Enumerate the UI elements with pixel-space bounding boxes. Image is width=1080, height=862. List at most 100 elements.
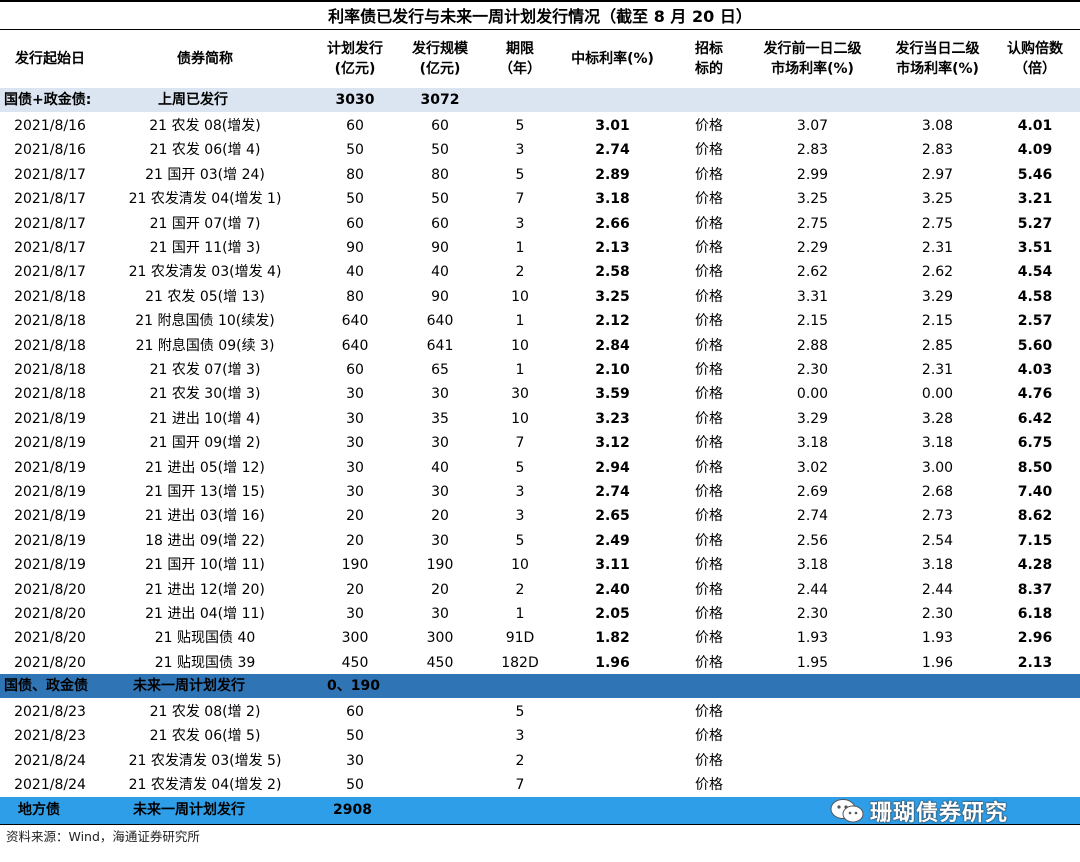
table-row: 2021/8/24 21 农发清发 04(增发 2) 50 7 价格 bbox=[0, 773, 1080, 797]
cell-same-day-rate: 2.62 bbox=[921, 264, 954, 281]
section-label: 国债+政金债: bbox=[4, 92, 92, 108]
cell-bid-target: 价格 bbox=[695, 215, 723, 232]
cell-bid-target: 价格 bbox=[695, 704, 723, 720]
cell-winning-rate: 2.13 bbox=[595, 240, 630, 256]
cell-term: 10 bbox=[511, 557, 529, 574]
cell-planned-amount: 20 bbox=[346, 508, 364, 525]
cell-issue-date: 2021/8/19 bbox=[14, 557, 86, 574]
cell-issued-amount: 90 bbox=[431, 288, 449, 305]
cell-issue-date: 2021/8/17 bbox=[14, 240, 86, 256]
table-row: 2021/8/20 21 进出 12(增 20) 20 20 2 2.40 价格 2.44 2.… bbox=[0, 578, 1080, 602]
cell-same-day-rate: 3.18 bbox=[921, 435, 954, 452]
cell-issue-date: 2021/8/16 bbox=[14, 142, 86, 159]
cell-winning-rate: 3.59 bbox=[595, 386, 630, 403]
table-row: 2021/8/23 21 农发 06(增 5) 50 3 价格 bbox=[0, 724, 1080, 748]
table-header: 发行起始日 债券简称 计划发行 (亿元) 发行规模 (亿元) 期限 （年） 中标利率(%)… bbox=[0, 30, 1080, 88]
cell-term: 3 bbox=[515, 215, 525, 232]
cell-issued-amount: 50 bbox=[431, 191, 449, 208]
cell-same-day-rate: 2.30 bbox=[921, 606, 954, 622]
cell-same-day-rate: 3.18 bbox=[921, 557, 954, 574]
cell-term: 5 bbox=[515, 532, 525, 549]
cell-issue-date: 2021/8/23 bbox=[14, 704, 86, 720]
cell-bid-cover-ratio: 4.01 bbox=[1017, 118, 1053, 134]
header-planned-amount: 计划发行 (亿元) bbox=[327, 41, 383, 77]
cell-planned-amount: 20 bbox=[346, 581, 364, 598]
cell-bid-target: 价格 bbox=[695, 777, 723, 794]
header-bond-name: 债券简称 bbox=[177, 51, 233, 67]
cell-issue-date: 2021/8/20 bbox=[14, 606, 86, 622]
cell-same-day-rate: 2.83 bbox=[921, 142, 954, 159]
cell-issued-amount: 50 bbox=[431, 142, 449, 159]
cell-issue-date: 2021/8/17 bbox=[14, 166, 86, 183]
cell-winning-rate: 1.82 bbox=[595, 630, 630, 647]
cell-prev-day-rate: 1.93 bbox=[796, 630, 829, 647]
cell-bid-target: 价格 bbox=[695, 557, 723, 574]
cell-bid-cover-ratio: 2.13 bbox=[1017, 654, 1053, 671]
cell-winning-rate: 2.74 bbox=[595, 142, 630, 159]
cell-bid-cover-ratio: 4.58 bbox=[1017, 288, 1053, 305]
cell-bond-name: 21 贴现国债 39 bbox=[154, 654, 256, 671]
cell-issued-amount: 30 bbox=[431, 435, 449, 452]
cell-bid-target: 价格 bbox=[695, 313, 723, 330]
cell-bond-name: 21 附息国债 09(续 3) bbox=[135, 337, 275, 354]
cell-planned-amount: 50 bbox=[346, 777, 364, 794]
cell-bid-target: 价格 bbox=[695, 728, 723, 745]
cell-bond-name: 21 进出 05(增 12) bbox=[145, 459, 265, 476]
header-issue-date: 发行起始日 bbox=[15, 51, 85, 67]
cell-same-day-rate: 0.00 bbox=[921, 386, 954, 403]
cell-bid-cover-ratio: 6.42 bbox=[1017, 410, 1053, 427]
cell-term: 2 bbox=[515, 752, 525, 769]
cell-bid-target: 价格 bbox=[695, 337, 723, 354]
cell-bid-target: 价格 bbox=[695, 142, 723, 159]
cell-term: 7 bbox=[515, 435, 525, 452]
cell-bond-name: 21 进出 04(增 11) bbox=[145, 606, 265, 622]
cell-planned-amount: 30 bbox=[346, 435, 364, 452]
section-sublabel: 上周已发行 bbox=[158, 92, 228, 108]
cell-issue-date: 2021/8/24 bbox=[14, 752, 86, 769]
cell-bond-name: 21 国开 03(增 24) bbox=[145, 166, 265, 183]
cell-issue-date: 2021/8/23 bbox=[14, 728, 86, 745]
brand-text: 珊瑚债券研究 bbox=[870, 801, 1009, 826]
table-row: 2021/8/20 21 贴现国债 39 450 450 182D 1.96 价格 1.95 1… bbox=[0, 651, 1080, 675]
source-note: 资料来源：Wind，海通证券研究所 bbox=[6, 829, 200, 844]
table-row: 2021/8/19 21 国开 13(增 15) 30 30 3 2.74 价格 2.69 2.… bbox=[0, 480, 1080, 504]
cell-prev-day-rate: 3.18 bbox=[796, 557, 829, 574]
table-row: 2021/8/19 21 国开 09(增 2) 30 30 7 3.12 价格 3.18 3.1… bbox=[0, 431, 1080, 455]
cell-planned-amount: 30 bbox=[346, 386, 364, 403]
table-row: 2021/8/19 21 进出 10(增 4) 30 35 10 3.23 价格 3.29 3.… bbox=[0, 407, 1080, 431]
cell-bond-name: 21 国开 07(增 7) bbox=[149, 215, 261, 232]
cell-bid-cover-ratio: 2.96 bbox=[1017, 630, 1053, 647]
cell-same-day-rate: 2.97 bbox=[921, 166, 954, 183]
cell-issue-date: 2021/8/19 bbox=[14, 435, 86, 452]
cell-planned-amount: 80 bbox=[346, 166, 364, 183]
cell-bid-target: 价格 bbox=[695, 166, 723, 183]
cell-issued-amount: 40 bbox=[431, 264, 449, 281]
cell-term: 10 bbox=[511, 288, 529, 305]
cell-bid-cover-ratio: 7.40 bbox=[1017, 484, 1053, 500]
header-issued-amount: 发行规模 (亿元) bbox=[412, 41, 468, 77]
cell-prev-day-rate: 3.25 bbox=[796, 191, 829, 208]
cell-prev-day-rate: 1.95 bbox=[796, 654, 829, 671]
cell-bond-name: 21 国开 10(增 11) bbox=[145, 557, 265, 574]
cell-bid-cover-ratio: 3.51 bbox=[1017, 240, 1053, 256]
cell-term: 3 bbox=[515, 142, 525, 159]
cell-same-day-rate: 3.29 bbox=[921, 288, 954, 305]
cell-bid-target: 价格 bbox=[695, 606, 723, 622]
cell-issue-date: 2021/8/20 bbox=[14, 581, 86, 598]
table-row: 2021/8/18 21 农发 30(增 3) 30 30 30 3.59 价格 0.00 0.… bbox=[0, 382, 1080, 406]
cell-bond-name: 21 农发 06(增 4) bbox=[149, 142, 261, 159]
cell-bid-cover-ratio: 2.57 bbox=[1017, 313, 1053, 330]
cell-term: 5 bbox=[515, 166, 525, 183]
cell-bond-name: 21 农发清发 03(增发 5) bbox=[128, 752, 282, 769]
section-band-planned: 国债、政金债 未来一周计划发行 0、190 bbox=[0, 674, 1080, 698]
cell-bid-cover-ratio: 5.60 bbox=[1017, 337, 1053, 354]
section-band-issued: 国债+政金债: 上周已发行 3030 3072 bbox=[0, 88, 1080, 112]
cell-term: 5 bbox=[515, 704, 525, 720]
cell-term: 30 bbox=[511, 386, 529, 403]
cell-issued-amount: 65 bbox=[431, 362, 449, 378]
cell-issued-amount: 30 bbox=[431, 386, 449, 403]
cell-term: 182D bbox=[501, 654, 539, 671]
cell-winning-rate: 2.89 bbox=[595, 166, 630, 183]
cell-prev-day-rate: 2.83 bbox=[796, 142, 829, 159]
cell-same-day-rate: 1.93 bbox=[921, 630, 954, 647]
